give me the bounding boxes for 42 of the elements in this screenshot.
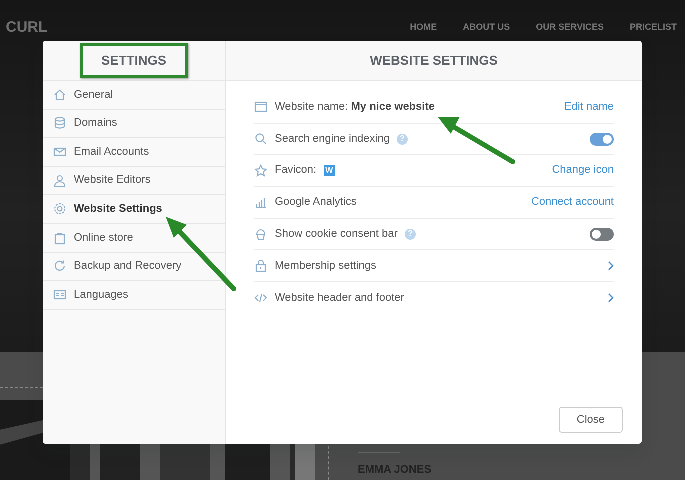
edit-link[interactable]: Edit name — [564, 99, 614, 116]
toggle-switch[interactable] — [590, 228, 614, 241]
dialog-title: WEBSITE SETTINGS — [370, 52, 498, 70]
bag-icon — [53, 230, 67, 245]
nav-link[interactable]: HOME — [410, 21, 438, 34]
sidebar-item[interactable]: Website Editors — [43, 166, 225, 196]
setting-label: Favicon: — [275, 163, 317, 178]
sidebar-item[interactable]: General — [43, 81, 225, 110]
setting-label: Membership settings — [275, 258, 376, 274]
bar-chart-icon — [254, 195, 268, 210]
refresh-icon — [53, 259, 67, 274]
sidebar-item[interactable]: Languages — [43, 281, 225, 310]
close-button[interactable]: Close — [558, 406, 623, 433]
connect-link[interactable]: Connect account — [531, 194, 614, 211]
search-icon — [254, 132, 268, 146]
site-logo-text[interactable]: CURL — [6, 17, 48, 40]
user-icon — [53, 174, 67, 188]
home-icon — [53, 88, 67, 102]
chevron-icon[interactable] — [608, 292, 614, 303]
cupcake-icon — [254, 227, 268, 242]
toggle-switch[interactable] — [590, 132, 614, 146]
setting-label: Google Analytics — [275, 195, 357, 210]
browser-window-icon — [254, 100, 268, 114]
setting-label: Search engine indexing — [275, 132, 390, 147]
sidebar-item[interactable]: Domains — [43, 110, 225, 138]
sidebar-item[interactable]: Backup and Recovery — [43, 252, 225, 282]
id-card-icon — [53, 288, 67, 302]
setting-label: Website name: My nice website — [275, 100, 435, 116]
nav-link[interactable]: OUR SERVICES — [536, 21, 604, 34]
setting-label: Website header and footer — [275, 290, 404, 306]
gear-icon — [53, 202, 67, 216]
setting-label: Show cookie consent bar — [275, 226, 398, 242]
nav-link[interactable]: PRICELIST — [630, 21, 677, 34]
favicon-badge: W — [324, 165, 336, 176]
lock-icon — [254, 258, 268, 273]
sidebar-title: SETTINGS — [80, 42, 188, 78]
change-icon-link[interactable]: Change icon — [552, 162, 614, 179]
nav-link[interactable]: ABOUT US — [463, 21, 510, 34]
database-icon — [53, 116, 67, 130]
sidebar-item[interactable]: Email Accounts — [43, 138, 225, 167]
star-icon — [254, 164, 268, 178]
chevron-icon[interactable] — [608, 260, 614, 271]
